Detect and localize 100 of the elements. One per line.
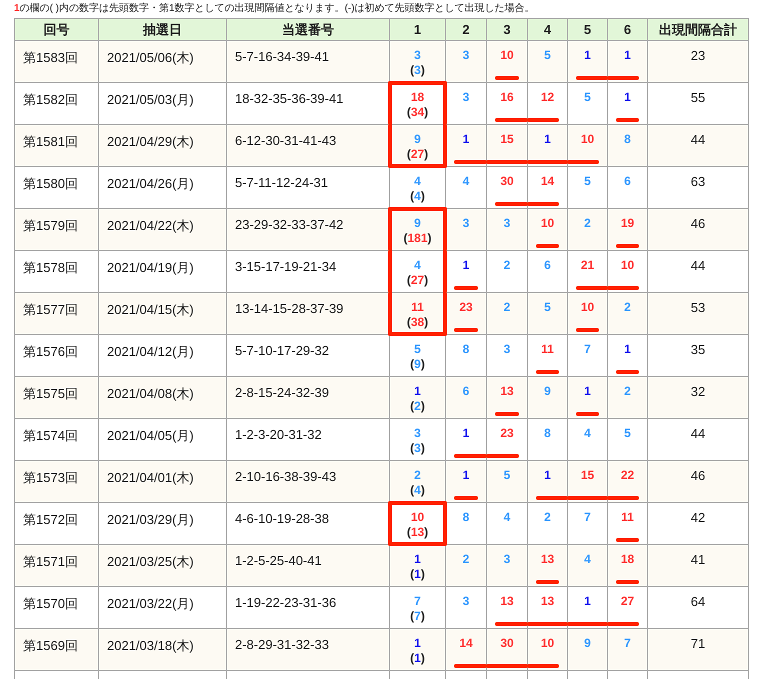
interval-number: (2) — [410, 399, 425, 414]
table-cell: 3 — [462, 216, 470, 230]
table-cell: 3 — [504, 342, 510, 356]
table-cell: 23 — [500, 426, 514, 440]
table-cell: 2 — [624, 300, 631, 314]
table-cell: 12 — [540, 90, 554, 104]
table-cell: 1 — [624, 48, 631, 62]
interval-number: (27) — [406, 273, 428, 288]
table-cell: 2 — [504, 258, 510, 272]
table-cell: 8 — [462, 510, 470, 524]
table-cell: 5 — [624, 426, 631, 440]
lead-number: 9 — [414, 132, 421, 146]
lead-number: 1 — [414, 552, 421, 566]
table-cell: 22 — [620, 468, 634, 482]
table-cell: 23 — [459, 300, 473, 314]
table-cell: 1 — [584, 594, 591, 608]
table-cell: 13 — [540, 552, 554, 566]
lead-number: 4 — [414, 258, 421, 272]
lead-number: 3 — [414, 48, 421, 62]
table-cell: 10 — [580, 132, 594, 146]
table-cell: 10 — [540, 216, 554, 230]
table-cell: 16 — [500, 90, 514, 104]
table-cell: 3 — [462, 594, 470, 608]
table-cell: 14 — [540, 174, 554, 188]
interval-number: (27) — [406, 147, 428, 162]
interval-number: (7) — [410, 609, 425, 624]
interval-number: (4) — [410, 483, 425, 498]
table-cell: 5 — [504, 468, 510, 482]
table-cell: 10 — [620, 258, 634, 272]
column-header: 抽選日 — [98, 18, 226, 40]
table-cell: 10 — [500, 48, 514, 62]
table-cell: 1 — [544, 468, 551, 482]
table-cell: 3 — [462, 48, 470, 62]
table-cell: 4 — [504, 510, 510, 524]
lead-number: 3 — [414, 426, 421, 440]
table-cell: 30 — [500, 636, 514, 650]
table-cell: 1 — [584, 384, 591, 398]
table-cell: 1 — [624, 90, 631, 104]
interval-number: (13) — [406, 525, 428, 540]
table-note: 1の欄の( )内の数字は先頭数字・第1数字としての出現間隔値となります。(-)は初めて先頭数字として出現した場合。 — [14, 2, 536, 16]
lead-number: 1 — [414, 384, 421, 398]
column-header: 回号 — [14, 18, 98, 40]
table-cell: 19 — [620, 216, 634, 230]
interval-number: (34) — [406, 105, 428, 120]
interval-number: (9) — [410, 357, 425, 372]
column-header: 当選番号 — [226, 18, 390, 40]
table-cell: 3 — [504, 216, 510, 230]
table-cell: 6 — [624, 174, 631, 188]
table-cell: 4 — [462, 174, 470, 188]
table-cell: 1 — [544, 132, 551, 146]
table-cell: 7 — [584, 342, 591, 356]
table-cell: 5 — [584, 174, 591, 188]
lead-number: 9 — [414, 216, 421, 230]
column-header: 4 — [528, 18, 568, 40]
table-cell: 27 — [620, 594, 634, 608]
table-cell: 15 — [500, 132, 514, 146]
table-cell: 1 — [462, 426, 470, 440]
table-cell: 2 — [584, 216, 591, 230]
table-cell: 21 — [580, 258, 594, 272]
interval-number: (4) — [410, 189, 425, 204]
column-header: 3 — [486, 18, 528, 40]
table-cell: 8 — [544, 426, 551, 440]
column-header: 6 — [608, 18, 648, 40]
table-cell: 14 — [459, 636, 473, 650]
table-cell: 4 — [584, 552, 591, 566]
column-header: 2 — [446, 18, 486, 40]
table-cell: 15 — [580, 468, 594, 482]
table-cell: 1 — [584, 48, 591, 62]
table-cell: 6 — [544, 258, 551, 272]
table-cell: 2 — [624, 384, 631, 398]
table-cell: 3 — [504, 552, 510, 566]
lead-number: 1 — [414, 636, 421, 650]
table-cell: 7 — [584, 510, 591, 524]
table-cell: 1 — [462, 258, 470, 272]
table-cell: 13 — [540, 594, 554, 608]
table-cell: 5 — [544, 300, 551, 314]
lead-number: 5 — [414, 342, 421, 356]
table-cell: 13 — [500, 594, 514, 608]
table-cell: 4 — [584, 426, 591, 440]
interval-number: (1) — [410, 567, 425, 582]
lead-number: 2 — [414, 468, 421, 482]
table-cell: 5 — [544, 48, 551, 62]
table-cell: 2 — [462, 552, 470, 566]
table-cell: 1 — [462, 468, 470, 482]
interval-number: (38) — [406, 315, 428, 330]
table-cell: 5 — [584, 90, 591, 104]
column-header: 1 — [390, 18, 446, 40]
table-cell: 11 — [621, 510, 634, 524]
table-cell: 30 — [500, 174, 514, 188]
lead-number: 11 — [411, 300, 424, 314]
table-cell: 2 — [504, 300, 510, 314]
table-cell: 11 — [541, 342, 554, 356]
table-cell: 8 — [624, 132, 631, 146]
table-cell: 6 — [462, 384, 470, 398]
interval-number: (3) — [410, 441, 425, 456]
table-cell: 13 — [500, 384, 514, 398]
table-cell: 1 — [462, 132, 470, 146]
column-header: 出現間隔合計 — [648, 18, 748, 40]
table-cell: 9 — [544, 384, 551, 398]
table-cell: 10 — [540, 636, 554, 650]
